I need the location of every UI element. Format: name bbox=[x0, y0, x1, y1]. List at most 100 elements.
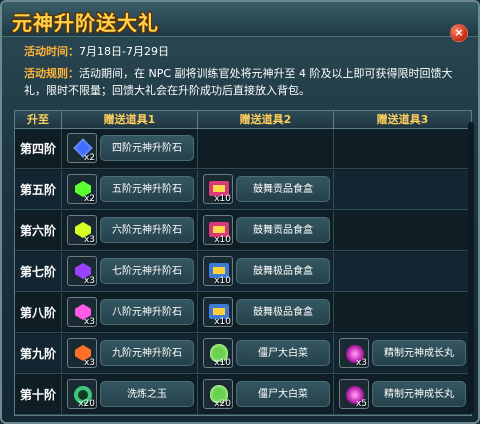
column-divider bbox=[197, 170, 198, 210]
item-quantity: x10 bbox=[214, 235, 231, 245]
event-window: 元神升阶送大礼 × 活动时间：7月18日-7月29日 活动规则：活动期间，在 N… bbox=[0, 0, 480, 424]
column-divider bbox=[333, 211, 334, 251]
reward-item[interactable]: x10 鼓舞贡品食盒 bbox=[203, 215, 331, 247]
item-slot[interactable]: x10 bbox=[203, 215, 233, 245]
table-row: 第六阶 x3 六阶元神升阶石 x10 鼓舞贡品食盒 bbox=[15, 211, 471, 251]
item-slot[interactable]: x3 bbox=[339, 338, 369, 368]
reward-item[interactable]: x10 鼓舞贡品食盒 bbox=[203, 174, 331, 206]
item-quantity: x10 bbox=[214, 194, 231, 204]
event-rules: 活动规则：活动期间，在 NPC 副将训练官处将元神升至 4 阶及以上即可获得限时… bbox=[24, 65, 464, 99]
column-divider bbox=[333, 293, 334, 333]
table-row: 第四阶 x2 四阶元神升阶石 bbox=[15, 129, 471, 169]
item-name: 五阶元神升阶石 bbox=[100, 176, 194, 202]
item-quantity: x2 bbox=[83, 194, 95, 204]
item-slot[interactable]: x20 bbox=[67, 379, 97, 409]
event-time-label: 活动时间： bbox=[24, 45, 79, 58]
window-title: 元神升阶送大礼 bbox=[12, 11, 159, 35]
item-quantity: x3 bbox=[83, 235, 95, 245]
column-divider bbox=[333, 334, 334, 374]
reward-rows: 第四阶 x2 四阶元神升阶石 第五阶 x2 五阶元神升阶石 x10 鼓舞贡品食盒 第六阶 x3 六阶… bbox=[15, 129, 471, 415]
item-name: 鼓舞贡品食盒 bbox=[236, 217, 330, 243]
item-slot[interactable]: x3 bbox=[67, 338, 97, 368]
table-row: 第五阶 x2 五阶元神升阶石 x10 鼓舞贡品食盒 bbox=[15, 170, 471, 210]
close-icon[interactable]: × bbox=[450, 24, 468, 42]
column-divider bbox=[333, 170, 334, 210]
event-time-value: 7月18日-7月29日 bbox=[79, 45, 169, 58]
item-slot[interactable]: x2 bbox=[67, 174, 97, 204]
item-quantity: x10 bbox=[214, 317, 231, 327]
item-slot[interactable]: x5 bbox=[339, 379, 369, 409]
event-rules-label: 活动规则： bbox=[24, 67, 79, 80]
header-item-2: 赠送道具2 bbox=[198, 111, 334, 129]
item-name: 精制元神成长丸 bbox=[372, 381, 466, 407]
item-name: 僵尸大白菜 bbox=[236, 381, 330, 407]
item-slot[interactable]: x3 bbox=[67, 215, 97, 245]
item-name: 九阶元神升阶石 bbox=[100, 340, 194, 366]
reward-item[interactable]: x20 洗炼之玉 bbox=[67, 379, 195, 411]
column-divider bbox=[197, 293, 198, 333]
table-row: 第九阶 x3 九阶元神升阶石 x10 僵尸大白菜 x3 精制元神成长丸 bbox=[15, 334, 471, 374]
reward-item[interactable]: x2 五阶元神升阶石 bbox=[67, 174, 195, 206]
item-name: 鼓舞极品食盒 bbox=[236, 299, 330, 325]
table-row: 第八阶 x3 八阶元神升阶石 x10 鼓舞极品食盒 bbox=[15, 293, 471, 333]
reward-item[interactable]: x10 鼓舞极品食盒 bbox=[203, 256, 331, 288]
item-name: 八阶元神升阶石 bbox=[100, 299, 194, 325]
item-quantity: x10 bbox=[214, 358, 231, 368]
item-name: 鼓舞极品食盒 bbox=[236, 258, 330, 284]
item-name: 七阶元神升阶石 bbox=[100, 258, 194, 284]
item-name: 洗炼之玉 bbox=[100, 381, 194, 407]
tier-label: 第八阶 bbox=[15, 293, 62, 333]
item-slot[interactable]: x3 bbox=[67, 297, 97, 327]
scrollbar[interactable] bbox=[468, 122, 474, 414]
reward-item[interactable]: x2 四阶元神升阶石 bbox=[67, 133, 195, 165]
item-slot[interactable]: x10 bbox=[203, 256, 233, 286]
event-time: 活动时间：7月18日-7月29日 bbox=[24, 43, 169, 60]
column-divider bbox=[333, 129, 334, 169]
item-slot[interactable]: x10 bbox=[203, 297, 233, 327]
table-row: 第十阶 x20 洗炼之玉 x20 僵尸大白菜 x5 精制元神成长丸 bbox=[15, 375, 471, 415]
title-bar: 元神升阶送大礼 bbox=[2, 2, 478, 37]
column-divider bbox=[333, 375, 334, 415]
item-name: 僵尸大白菜 bbox=[236, 340, 330, 366]
column-divider bbox=[197, 375, 198, 415]
reward-item[interactable]: x10 鼓舞极品食盒 bbox=[203, 297, 331, 329]
reward-table: 升至 赠送道具1 赠送道具2 赠送道具3 第四阶 x2 四阶元神升阶石 第五阶 x2 五阶… bbox=[14, 110, 472, 416]
tier-label: 第四阶 bbox=[15, 129, 62, 169]
tier-label: 第九阶 bbox=[15, 334, 62, 374]
header-item-1: 赠送道具1 bbox=[62, 111, 198, 129]
item-name: 四阶元神升阶石 bbox=[100, 135, 194, 161]
item-quantity: x10 bbox=[214, 276, 231, 286]
reward-item[interactable]: x20 僵尸大白菜 bbox=[203, 379, 331, 411]
item-slot[interactable]: x2 bbox=[67, 133, 97, 163]
item-slot[interactable]: x10 bbox=[203, 174, 233, 204]
tier-label: 第六阶 bbox=[15, 211, 62, 251]
table-row: 第七阶 x3 七阶元神升阶石 x10 鼓舞极品食盒 bbox=[15, 252, 471, 292]
item-quantity: x5 bbox=[355, 399, 367, 409]
column-divider bbox=[197, 334, 198, 374]
item-slot[interactable]: x20 bbox=[203, 379, 233, 409]
item-quantity: x2 bbox=[83, 153, 95, 163]
header-item-3: 赠送道具3 bbox=[334, 111, 471, 129]
item-quantity: x3 bbox=[83, 358, 95, 368]
reward-item[interactable]: x3 八阶元神升阶石 bbox=[67, 297, 195, 329]
reward-item[interactable]: x5 精制元神成长丸 bbox=[339, 379, 467, 411]
item-name: 精制元神成长丸 bbox=[372, 340, 466, 366]
item-quantity: x20 bbox=[214, 399, 231, 409]
reward-item[interactable]: x3 七阶元神升阶石 bbox=[67, 256, 195, 288]
item-slot[interactable]: x10 bbox=[203, 338, 233, 368]
header-tier: 升至 bbox=[15, 111, 62, 129]
item-name: 六阶元神升阶石 bbox=[100, 217, 194, 243]
tier-label: 第七阶 bbox=[15, 252, 62, 292]
item-slot[interactable]: x3 bbox=[67, 256, 97, 286]
column-divider bbox=[333, 252, 334, 292]
reward-item[interactable]: x10 僵尸大白菜 bbox=[203, 338, 331, 370]
item-quantity: x3 bbox=[83, 276, 95, 286]
item-quantity: x3 bbox=[83, 317, 95, 327]
reward-item[interactable]: x3 精制元神成长丸 bbox=[339, 338, 467, 370]
item-quantity: x3 bbox=[355, 358, 367, 368]
event-rules-text: 活动期间，在 NPC 副将训练官处将元神升至 4 阶及以上即可获得限时回馈大礼，… bbox=[24, 67, 453, 97]
reward-item[interactable]: x3 六阶元神升阶石 bbox=[67, 215, 195, 247]
reward-item[interactable]: x3 九阶元神升阶石 bbox=[67, 338, 195, 370]
column-divider bbox=[197, 129, 198, 169]
item-name: 鼓舞贡品食盒 bbox=[236, 176, 330, 202]
